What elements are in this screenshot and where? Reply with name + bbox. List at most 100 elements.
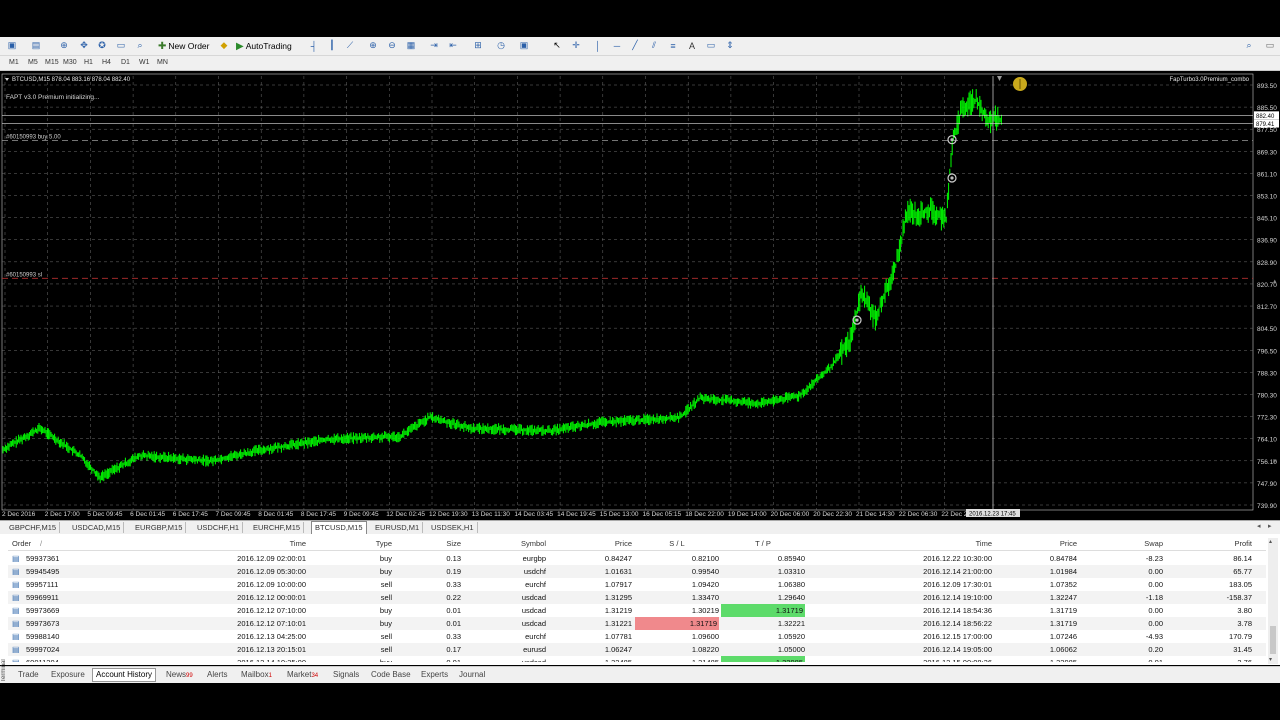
profiles-icon[interactable]: ▤ — [30, 40, 42, 51]
col-symbol[interactable]: Symbol — [478, 538, 546, 550]
metaeditor-icon[interactable]: ◆ — [218, 40, 230, 51]
text-icon[interactable]: A — [686, 40, 698, 51]
terminal-icon[interactable]: ▭ — [115, 40, 127, 51]
history-row[interactable]: ▤ 59957111 2016.12.09 10:00:00 sell 0.33 eurc… — [8, 578, 1266, 591]
timeframe-d1[interactable]: D1 — [121, 57, 130, 69]
auto-scroll-icon[interactable]: ⇤ — [447, 40, 459, 51]
chart-tab-eurusd[interactable]: EURUSD,M1 — [372, 522, 424, 533]
new-chart-icon[interactable]: ▣ — [6, 40, 18, 51]
history-scrollbar[interactable]: ▴ ▾ — [1268, 538, 1278, 664]
timeframe-m5[interactable]: M5 — [28, 57, 38, 69]
autotrading-button[interactable]: ▶ AutoTrading — [236, 39, 292, 53]
terminal-tab-exposure[interactable]: Exposure — [51, 669, 85, 681]
terminal-tab-market[interactable]: Market34 — [287, 669, 318, 681]
scroll-up-icon[interactable]: ▴ — [1269, 538, 1272, 545]
history-row[interactable]: ▤ 59997024 2016.12.13 20:15:01 sell 0.17 euru… — [8, 643, 1266, 656]
indicators-icon[interactable]: ⊞ — [472, 40, 484, 51]
terminal-tab-experts[interactable]: Experts — [421, 669, 448, 681]
line-chart-icon[interactable]: ⟋ — [344, 40, 356, 51]
history-row[interactable]: ▤ 59973669 2016.12.12 07:10:00 buy 0.01 usdca… — [8, 604, 1266, 617]
col-size[interactable]: Size — [408, 538, 461, 550]
search-icon[interactable]: ⌕ — [1243, 40, 1255, 51]
scroll-thumb[interactable] — [1270, 626, 1276, 654]
col-time[interactable]: Time — [208, 538, 306, 550]
history-row[interactable]: ▤ 59969911 2016.12.12 00:00:01 sell 0.22 usdc… — [8, 591, 1266, 604]
price-cell: 1.31219 — [604, 606, 632, 615]
terminal-tab-signals[interactable]: Signals — [333, 669, 359, 681]
price-chart[interactable]: 893.50 885.50 877.50 869.30 861.10 853.10 845.… — [0, 72, 1280, 520]
col-swap[interactable]: Swap — [1108, 538, 1163, 550]
tile-windows-icon[interactable]: ▦ — [405, 40, 417, 51]
col-sl[interactable]: S / L — [635, 538, 719, 550]
chart-tab-usdchf[interactable]: USDCHF,H1 — [194, 522, 244, 533]
new-order-button[interactable]: ✚ New Order — [158, 39, 209, 53]
profit-cell: 65.77 — [1233, 567, 1252, 576]
fibonacci-icon[interactable]: ≡ — [667, 40, 679, 51]
timeframe-mn[interactable]: MN — [157, 57, 168, 69]
equidistant-channel-icon[interactable]: ⫽ — [648, 40, 660, 51]
chart-tab-usdsek[interactable]: USDSEK,H1 — [428, 522, 478, 533]
periods-icon[interactable]: ◷ — [495, 40, 507, 51]
timeframe-m30[interactable]: M30 — [63, 57, 77, 69]
timeframe-m15[interactable]: M15 — [45, 57, 59, 69]
strategy-tester-icon[interactable]: ⌕ — [134, 40, 146, 51]
scroll-down-icon[interactable]: ▾ — [1269, 656, 1272, 663]
zoom-in-icon[interactable]: ⊕ — [367, 40, 379, 51]
terminal-tab-account-history[interactable]: Account History — [92, 668, 157, 682]
close-price-cell: 1.31719 — [1049, 606, 1077, 615]
timeframe-w1[interactable]: W1 — [139, 57, 150, 69]
col-type[interactable]: Type — [338, 538, 392, 550]
terminal-tab-journal[interactable]: Journal — [459, 669, 485, 681]
terminal-tab-mailbox[interactable]: Mailbox1 — [241, 669, 272, 681]
cursor-icon[interactable]: ↖ — [551, 40, 563, 51]
terminal-tab-news[interactable]: News99 — [166, 669, 193, 681]
crosshair-icon[interactable]: ✛ — [570, 40, 582, 51]
chart-symbol-header: BTCUSD,M15 878.04 883.16 878.04 882.40 — [12, 77, 131, 83]
price-axis-label: 812.70 — [1257, 304, 1277, 311]
timeframe-h1[interactable]: H1 — [84, 57, 93, 69]
size-cell: 0.22 — [446, 593, 461, 602]
terminal-tab-code-base[interactable]: Code Base — [371, 669, 411, 681]
text-label-icon[interactable]: ▭ — [705, 40, 717, 51]
vertical-line-icon[interactable]: │ — [592, 40, 604, 51]
data-window-icon[interactable]: ✥ — [78, 40, 90, 51]
terminal-tab-trade[interactable]: Trade — [18, 669, 39, 681]
tab-scroll-right-icon[interactable]: ▸ — [1268, 522, 1272, 530]
col-order[interactable]: Order — [12, 538, 31, 550]
chart-window[interactable]: 893.50 885.50 877.50 869.30 861.10 853.10 845.… — [0, 72, 1280, 520]
chat-icon[interactable]: ▭ — [1264, 40, 1276, 51]
chart-tab-eurchf[interactable]: EURCHF,M15 — [250, 522, 305, 533]
col-profit[interactable]: Profit — [1188, 538, 1252, 550]
history-row[interactable]: ▤ 59945495 2016.12.09 05:30:00 buy 0.19 usdch… — [8, 565, 1266, 578]
templates-icon[interactable]: ▣ — [518, 40, 530, 51]
col-price[interactable]: Price — [558, 538, 632, 550]
terminal-tab-alerts[interactable]: Alerts — [207, 669, 227, 681]
horizontal-line-icon[interactable]: ─ — [611, 40, 623, 51]
trade-marker-dot — [950, 138, 954, 142]
candlestick-icon[interactable]: ┃ — [326, 40, 338, 51]
chart-tab-gbpchf[interactable]: GBPCHF,M15 — [6, 522, 61, 533]
navigator-icon[interactable]: ✪ — [96, 40, 108, 51]
history-row[interactable]: ▤ 59937361 2016.12.09 02:00:01 buy 0.13 eurgb… — [8, 552, 1266, 565]
zoom-out-icon[interactable]: ⊖ — [386, 40, 398, 51]
sl-cell: 1.33470 — [691, 593, 719, 602]
history-row[interactable]: ▤ 59988140 2016.12.13 04:25:00 sell 0.33 eurc… — [8, 630, 1266, 643]
tab-scroll-left-icon[interactable]: ◂ — [1257, 522, 1261, 530]
timeframe-m1[interactable]: M1 — [9, 57, 19, 69]
col-close-price[interactable]: Price — [1008, 538, 1077, 550]
chart-shift-icon[interactable]: ⇥ — [428, 40, 440, 51]
history-row[interactable]: ▤ 59973673 2016.12.12 07:10:01 buy 0.01 usdca… — [8, 617, 1266, 630]
timeframes-toolbar: M1 M5 M15 M30 H1 H4 D1 W1 MN — [0, 56, 1280, 71]
terminal-side-label[interactable]: Terminal — [1, 650, 7, 682]
bar-chart-icon[interactable]: ┤ — [308, 40, 320, 51]
history-row[interactable]: ▤ 60011204 2016.12.14 19:35:00 buy 0.01 usdca… — [8, 656, 1266, 662]
market-watch-icon[interactable]: ⊕ — [58, 40, 70, 51]
arrows-icon[interactable]: ⇕ — [724, 40, 736, 51]
chart-tab-usdcad[interactable]: USDCAD,M15 — [69, 522, 125, 533]
chart-tab-eurgbp[interactable]: EURGBP,M15 — [132, 522, 187, 533]
col-close-time[interactable]: Time — [908, 538, 992, 550]
col-tp[interactable]: T / P — [721, 538, 805, 550]
timeframe-h4[interactable]: H4 — [102, 57, 111, 69]
trendline-icon[interactable]: ╱ — [629, 40, 641, 51]
chart-tab-btcusd[interactable]: BTCUSD,M15 — [311, 521, 367, 534]
